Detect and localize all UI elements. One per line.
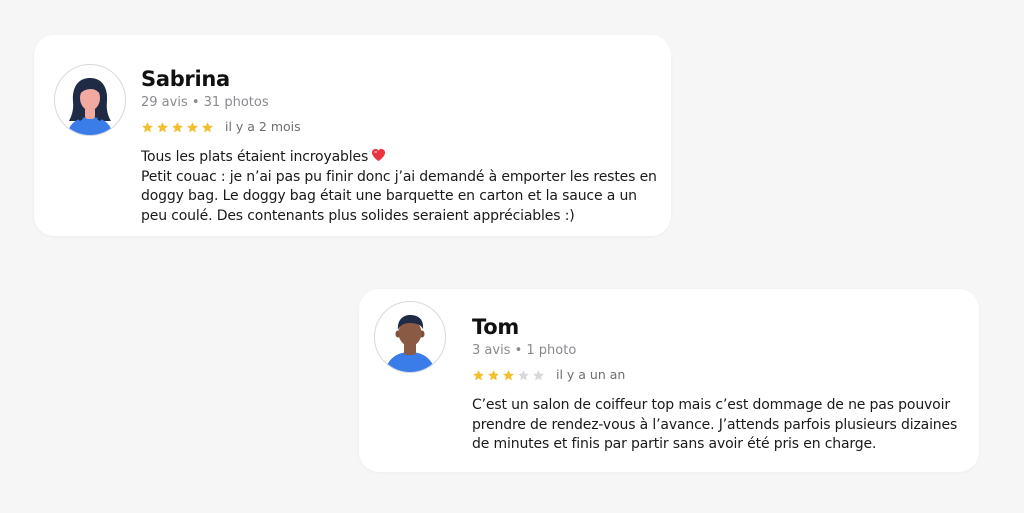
man-avatar-icon [385, 315, 435, 372]
star-filled-icon [187, 121, 198, 132]
heart-icon [372, 148, 386, 162]
star-filled-icon [488, 369, 499, 380]
review-date: il y a 2 mois [225, 119, 301, 134]
star-filled-icon [202, 121, 213, 132]
review-text-line: C’est un salon de coiffeur top mais c’es… [472, 397, 950, 413]
reviewer-stats: 29 avis • 31 photos [141, 95, 269, 110]
review-text-line: de minutes et finis par partir sans avoi… [472, 436, 877, 452]
review-text: Tous les plats étaient incroyables Petit… [141, 148, 661, 226]
star-empty-icon [533, 369, 544, 380]
review-text: C’est un salon de coiffeur top mais c’es… [472, 396, 967, 455]
star-filled-icon [157, 121, 168, 132]
review-text-line: peu coulé. Des contenants plus solides s… [141, 207, 575, 224]
reviewer-avatar[interactable] [54, 64, 126, 136]
star-rating [472, 369, 547, 382]
review-text-line: doggy bag. Le doggy bag était une barque… [141, 188, 637, 204]
reviewer-avatar[interactable] [374, 301, 446, 373]
reviewer-name[interactable]: Tom [472, 313, 967, 341]
review-text-line: prendre de rendez-vous à l’avance. J’att… [472, 416, 958, 433]
woman-avatar-icon [67, 78, 113, 135]
star-filled-icon [142, 121, 153, 132]
review-date: il y a un an [556, 367, 626, 382]
review-content: Tom 3 avis • 1 photo il y a un an C’est … [472, 313, 967, 455]
review-text-line: Tous les plats étaient incroyables [141, 148, 661, 168]
reviews-page: Sabrina 29 avis • 31 photos il y a 2 moi… [0, 0, 1024, 513]
review-card: Tom 3 avis • 1 photo il y a un an C’est … [359, 289, 979, 472]
rating-row: il y a 2 mois [141, 119, 661, 135]
star-filled-icon [503, 369, 514, 380]
star-empty-icon [518, 369, 529, 380]
review-text-line: Petit couac : je n’ai pas pu finir donc … [141, 168, 657, 185]
star-filled-icon [172, 121, 183, 132]
star-rating [141, 121, 216, 134]
review-card: Sabrina 29 avis • 31 photos il y a 2 moi… [34, 35, 671, 236]
rating-row: il y a un an [472, 367, 967, 383]
reviewer-stats: 3 avis • 1 photo [472, 343, 577, 358]
review-content: Sabrina 29 avis • 31 photos il y a 2 moi… [141, 65, 661, 226]
star-filled-icon [473, 369, 484, 380]
reviewer-name[interactable]: Sabrina [141, 65, 661, 93]
